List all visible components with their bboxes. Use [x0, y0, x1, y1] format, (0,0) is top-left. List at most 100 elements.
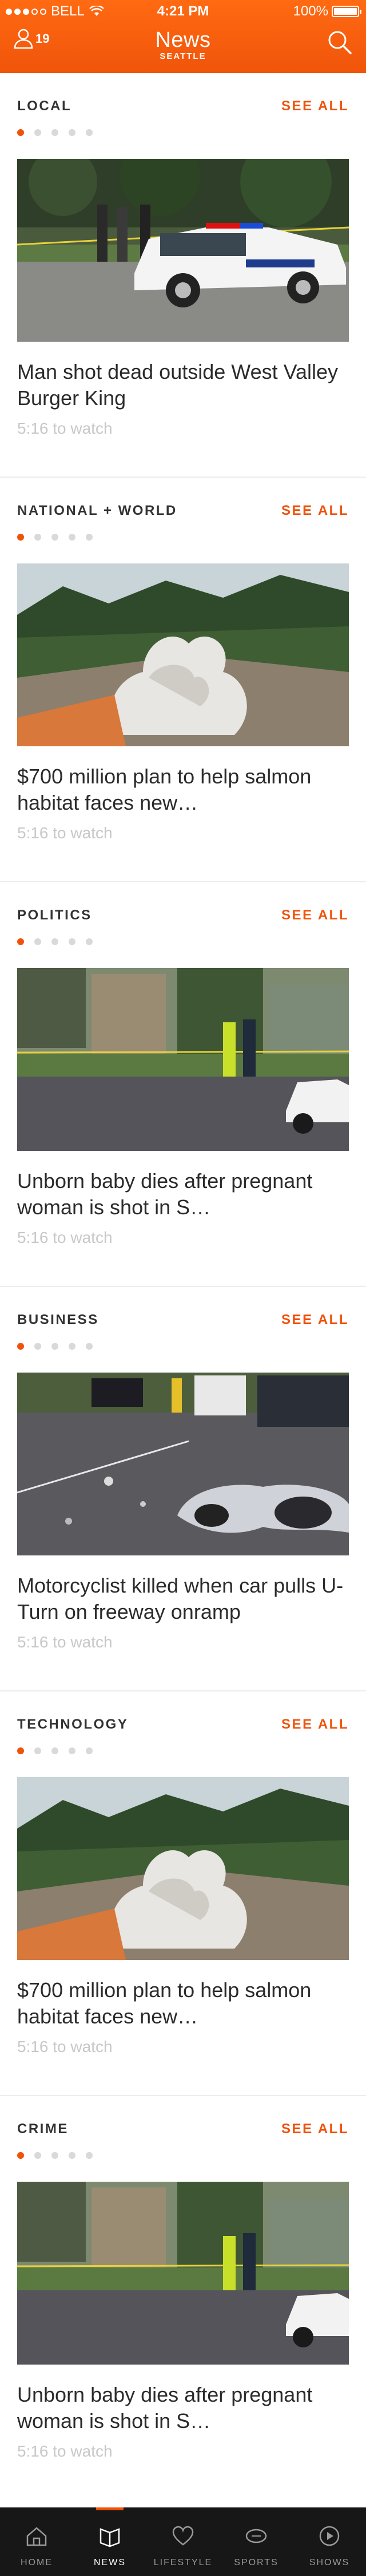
pager-dot[interactable] [69, 938, 75, 945]
pager-dot[interactable] [34, 2152, 41, 2159]
heart-icon [172, 2526, 194, 2546]
pager-dot[interactable] [69, 1747, 75, 1754]
section-title: POLITICS [17, 907, 92, 923]
tab-news[interactable]: NEWS [73, 2507, 146, 2576]
header-title-block: News SEATTLE [0, 27, 366, 61]
pager-dot[interactable] [51, 129, 58, 136]
story-headline[interactable]: Man shot dead outside West Valley Burger… [17, 359, 349, 411]
carousel-pager [17, 2152, 93, 2159]
tab-label: NEWS [94, 2558, 126, 2567]
tab-label: LIFESTYLE [153, 2558, 213, 2567]
section-politics: POLITICS SEE ALL Unborn baby dies after … [0, 882, 366, 1287]
tab-shows[interactable]: SHOWS [293, 2507, 366, 2576]
watch-duration: 5:16 to watch [17, 419, 113, 437]
section-local: LOCAL SEE ALL POLICE Man shot dead outsi… [0, 73, 366, 478]
section-title: BUSINESS [17, 1312, 99, 1327]
see-all-link[interactable]: SEE ALL [281, 907, 349, 923]
pager-dot[interactable] [69, 2152, 75, 2159]
battery-icon [332, 6, 361, 17]
see-all-link[interactable]: SEE ALL [281, 98, 349, 114]
page-title: News [155, 28, 211, 52]
carousel-pager [17, 1747, 93, 1754]
section-national-world: NATIONAL + WORLD SEE ALL $700 million pl… [0, 478, 366, 882]
pager-dot-active[interactable] [17, 2152, 24, 2159]
status-right: 100% [293, 0, 361, 23]
watch-duration: 5:16 to watch [17, 2442, 113, 2460]
story-headline[interactable]: $700 million plan to help salmon habitat… [17, 763, 349, 816]
pager-dot-active[interactable] [17, 1343, 24, 1350]
pager-dot[interactable] [51, 1343, 58, 1350]
tab-lifestyle[interactable]: LIFESTYLE [146, 2507, 220, 2576]
watch-duration: 5:16 to watch [17, 1229, 113, 1246]
news-icon [100, 2528, 120, 2547]
search-icon [328, 31, 352, 54]
app-header: BELL 4:21 PM 100% 19 News SEATTLE [0, 0, 366, 73]
pager-dot[interactable] [86, 534, 93, 541]
pager-dot[interactable] [51, 1747, 58, 1754]
section-title: CRIME [17, 2121, 69, 2137]
carousel-pager [17, 1343, 93, 1350]
pager-dot-active[interactable] [17, 129, 24, 136]
bottom-tab-bar: HOME NEWS LIFESTYLE SPORTS SHOWS [0, 2507, 366, 2576]
section-title: NATIONAL + WORLD [17, 503, 177, 518]
pager-dot[interactable] [69, 1343, 75, 1350]
tab-home[interactable]: HOME [0, 2507, 73, 2576]
section-title: LOCAL [17, 98, 72, 114]
active-tab-indicator [96, 2507, 124, 2510]
pager-dot[interactable] [51, 2152, 58, 2159]
story-headline[interactable]: $700 million plan to help salmon habitat… [17, 1977, 349, 2030]
watch-duration: 5:16 to watch [17, 2038, 113, 2055]
section-business: BUSINESS SEE ALL Motorcyclist killed whe… [0, 1287, 366, 1691]
see-all-link[interactable]: SEE ALL [281, 503, 349, 519]
story-photo-dam-explosion[interactable] [17, 563, 349, 746]
see-all-link[interactable]: SEE ALL [281, 1717, 349, 1733]
watch-duration: 5:16 to watch [17, 1633, 113, 1651]
tab-label: SHOWS [309, 2558, 350, 2567]
pager-dot[interactable] [34, 1343, 41, 1350]
tab-sports[interactable]: SPORTS [220, 2507, 293, 2576]
pager-dot[interactable] [34, 129, 41, 136]
pager-dot[interactable] [69, 129, 75, 136]
section-technology: TECHNOLOGY SEE ALL $700 million plan to … [0, 1691, 366, 2096]
story-photo-motorcycle-crash[interactable] [17, 1373, 349, 1555]
sports-ball-icon [245, 2529, 267, 2543]
pager-dot[interactable] [86, 129, 93, 136]
carousel-pager [17, 534, 93, 541]
story-photo-dam-explosion[interactable] [17, 1777, 349, 1960]
story-headline[interactable]: Motorcyclist killed when car pulls U-Tur… [17, 1573, 349, 1625]
story-headline[interactable]: Unborn baby dies after pregnant woman is… [17, 2382, 349, 2434]
battery-percent: 100% [293, 3, 328, 19]
story-headline[interactable]: Unborn baby dies after pregnant woman is… [17, 1168, 349, 1221]
section-crime: CRIME SEE ALL Unborn baby dies after pre… [0, 2096, 366, 2501]
pager-dot[interactable] [34, 938, 41, 945]
shows-play-icon [319, 2526, 340, 2546]
pager-dot[interactable] [86, 2152, 93, 2159]
section-title: TECHNOLOGY [17, 1717, 129, 1732]
home-icon [26, 2527, 47, 2546]
watch-duration: 5:16 to watch [17, 824, 113, 842]
svg-text:POLICE: POLICE [252, 259, 281, 268]
carousel-pager [17, 938, 93, 945]
tab-label: HOME [21, 2558, 53, 2567]
pager-dot[interactable] [86, 938, 93, 945]
status-bar: BELL 4:21 PM 100% [0, 0, 366, 23]
pager-dot-active[interactable] [17, 938, 24, 945]
pager-dot[interactable] [51, 938, 58, 945]
pager-dot[interactable] [34, 534, 41, 541]
tab-label: SPORTS [234, 2558, 279, 2567]
pager-dot[interactable] [86, 1343, 93, 1350]
search-button[interactable] [327, 30, 352, 58]
page-subtitle: SEATTLE [160, 51, 206, 61]
story-photo-street-scene[interactable] [17, 2182, 349, 2365]
see-all-link[interactable]: SEE ALL [281, 1312, 349, 1328]
pager-dot[interactable] [86, 1747, 93, 1754]
pager-dot-active[interactable] [17, 1747, 24, 1754]
pager-dot[interactable] [34, 1747, 41, 1754]
pager-dot[interactable] [51, 534, 58, 541]
see-all-link[interactable]: SEE ALL [281, 2121, 349, 2137]
story-photo-street-scene[interactable] [17, 968, 349, 1151]
story-photo-police-car[interactable]: POLICE [17, 159, 349, 342]
pager-dot-active[interactable] [17, 534, 24, 541]
pager-dot[interactable] [69, 534, 75, 541]
carousel-pager [17, 129, 93, 136]
